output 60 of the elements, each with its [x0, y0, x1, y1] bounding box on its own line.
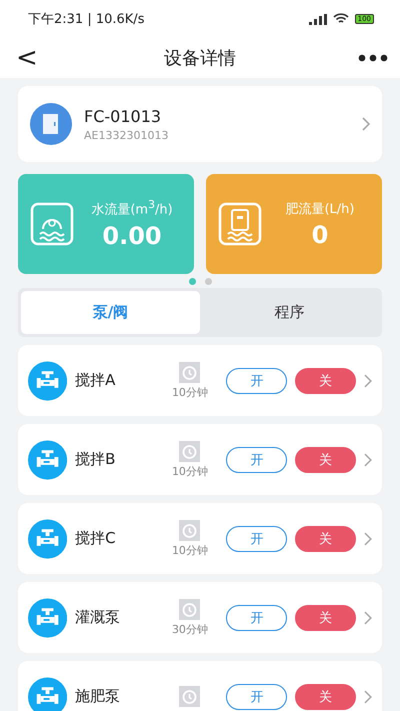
fertilizer-bag-icon — [218, 202, 262, 246]
chevron-right-icon — [364, 610, 372, 624]
open-button[interactable]: 开 — [226, 684, 288, 710]
page-dot[interactable] — [204, 278, 212, 285]
water-meter-icon — [30, 202, 74, 246]
device-serial: AE1332301013 — [84, 128, 170, 142]
flow-label: 肥流量(L/h) — [285, 200, 354, 218]
valve-icon — [28, 518, 68, 558]
clock-icon — [179, 440, 200, 462]
close-button[interactable]: 关 — [295, 446, 356, 472]
pump-name: 施肥泵 — [75, 687, 122, 706]
close-button[interactable]: 关 — [295, 684, 356, 710]
tab[interactable]: 程序 — [200, 291, 379, 334]
tab[interactable]: 泵/阀 — [21, 291, 200, 334]
valve-icon — [28, 360, 68, 400]
pump-row[interactable]: 搅拌C 10分钟 开 关 — [18, 503, 382, 574]
cabinet-icon — [30, 103, 72, 145]
close-button[interactable]: 关 — [295, 526, 356, 552]
pump-duration: 10分钟 — [172, 464, 208, 478]
page-dot[interactable] — [188, 278, 196, 285]
clock-icon — [179, 520, 200, 540]
device-card[interactable]: FC-01013 AE1332301013 — [18, 86, 382, 162]
device-name: FC-01013 — [84, 106, 162, 126]
pump-duration: 30分钟 — [172, 622, 208, 636]
pump-row[interactable]: 灌溉泵 30分钟 开 关 — [18, 582, 382, 653]
close-button[interactable]: 关 — [295, 604, 356, 630]
pump-row[interactable]: 搅拌A 10分钟 开 关 — [18, 345, 382, 416]
signal-icon — [308, 14, 327, 24]
back-button[interactable]: < — [12, 43, 42, 73]
valve-icon — [28, 676, 68, 711]
flow-value: 0 — [312, 220, 328, 248]
pump-name: 灌溉泵 — [75, 608, 122, 627]
pump-duration: 10分钟 — [172, 542, 208, 558]
status-time: 下午2:31 | 10.6K/s — [28, 11, 144, 28]
pump-row[interactable]: 施肥泵 开 关 — [18, 661, 382, 711]
wifi-icon — [332, 13, 349, 25]
clock-icon — [179, 598, 200, 620]
valve-icon — [28, 440, 68, 480]
pump-name: 搅拌B — [75, 450, 116, 469]
open-button[interactable]: 开 — [226, 526, 288, 552]
open-button[interactable]: 开 — [226, 446, 288, 472]
chevron-right-icon — [364, 374, 372, 388]
more-icon[interactable] — [358, 54, 388, 62]
chevron-right-icon — [364, 532, 372, 546]
open-button[interactable]: 开 — [226, 368, 288, 394]
clock-icon — [179, 362, 200, 382]
pump-name: 搅拌A — [75, 371, 116, 390]
pump-row[interactable]: 搅拌B 10分钟 开 关 — [18, 424, 382, 495]
chevron-right-icon — [364, 452, 372, 466]
valve-icon — [28, 598, 68, 638]
chevron-right-icon — [362, 117, 370, 131]
page-title: 设备详情 — [164, 47, 236, 70]
close-button[interactable]: 关 — [295, 368, 356, 394]
clock-icon — [179, 686, 200, 707]
pump-duration: 10分钟 — [172, 384, 208, 400]
open-button[interactable]: 开 — [226, 604, 288, 630]
pump-name: 搅拌C — [75, 529, 117, 548]
chevron-right-icon — [364, 690, 372, 704]
flow-value: 0.00 — [102, 222, 162, 250]
flow-label: 水流量(m$^{3}$/h) — [91, 198, 173, 219]
